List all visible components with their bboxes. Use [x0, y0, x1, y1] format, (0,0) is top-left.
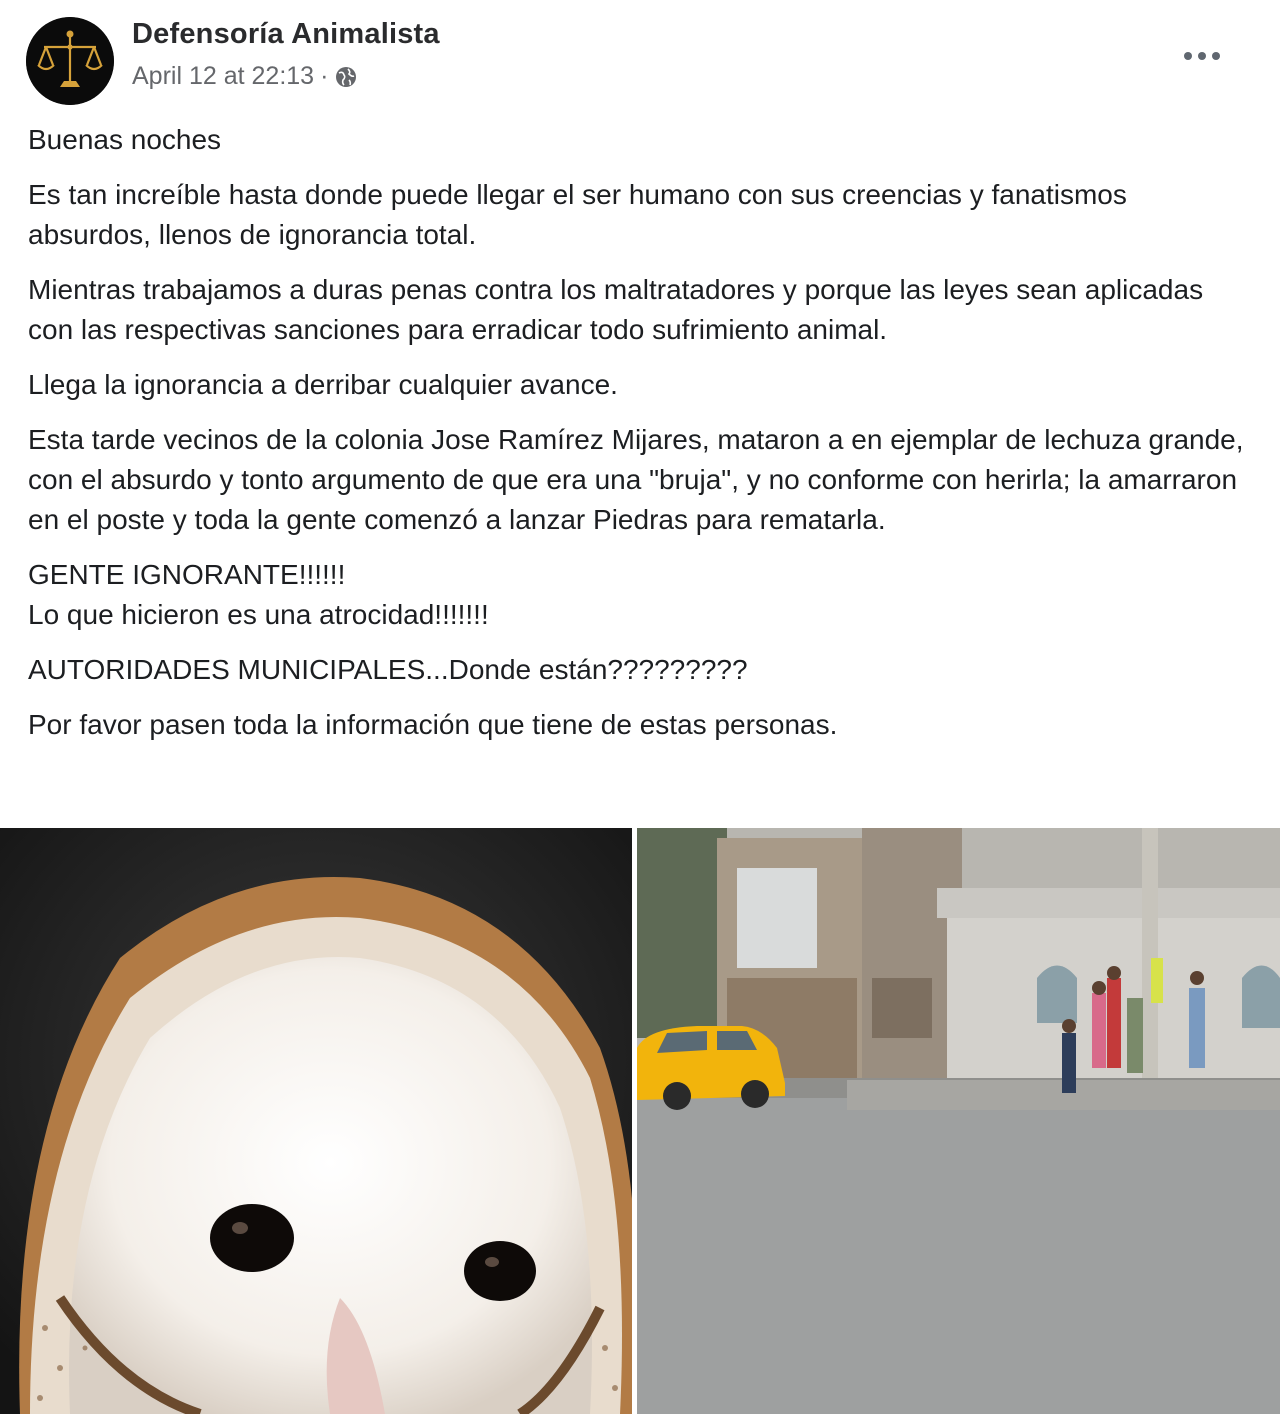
owl-photo[interactable]	[0, 828, 632, 1414]
post-timestamp[interactable]: April 12 at 22:13	[132, 62, 314, 91]
street-photo[interactable]	[637, 828, 1280, 1414]
post-paragraph: Esta tarde vecinos de la colonia Jose Ra…	[28, 424, 1244, 535]
page-avatar[interactable]	[26, 17, 114, 105]
post-text: Buenas noches Es tan increíble hasta don…	[28, 120, 1250, 760]
post-paragraph: AUTORIDADES MUNICIPALES...Donde están???…	[28, 654, 748, 685]
post-meta: April 12 at 22:13 ·	[132, 62, 358, 91]
meta-separator: ·	[320, 62, 329, 90]
photo-grid	[0, 828, 1280, 1414]
post-paragraph: Mientras trabajamos a duras penas contra…	[28, 274, 1204, 345]
page-name[interactable]: Defensoría Animalista	[132, 18, 440, 51]
post-paragraph: Es tan increíble hasta donde puede llega…	[28, 179, 1127, 250]
post-paragraph: Buenas noches	[28, 124, 222, 155]
post-paragraph: Llega la ignorancia a derribar cualquier…	[28, 369, 618, 400]
post-paragraph: GENTE IGNORANTE!!!!!! Lo que hicieron es…	[28, 559, 489, 630]
more-options-icon	[1184, 52, 1220, 60]
post-header: Defensoría Animalista April 12 at 22:13 …	[0, 0, 1280, 110]
more-options-button[interactable]	[1176, 38, 1228, 74]
globe-icon[interactable]	[334, 65, 358, 89]
post-paragraph: Por favor pasen toda la información que …	[28, 709, 838, 740]
scales-of-justice-icon	[26, 17, 114, 105]
